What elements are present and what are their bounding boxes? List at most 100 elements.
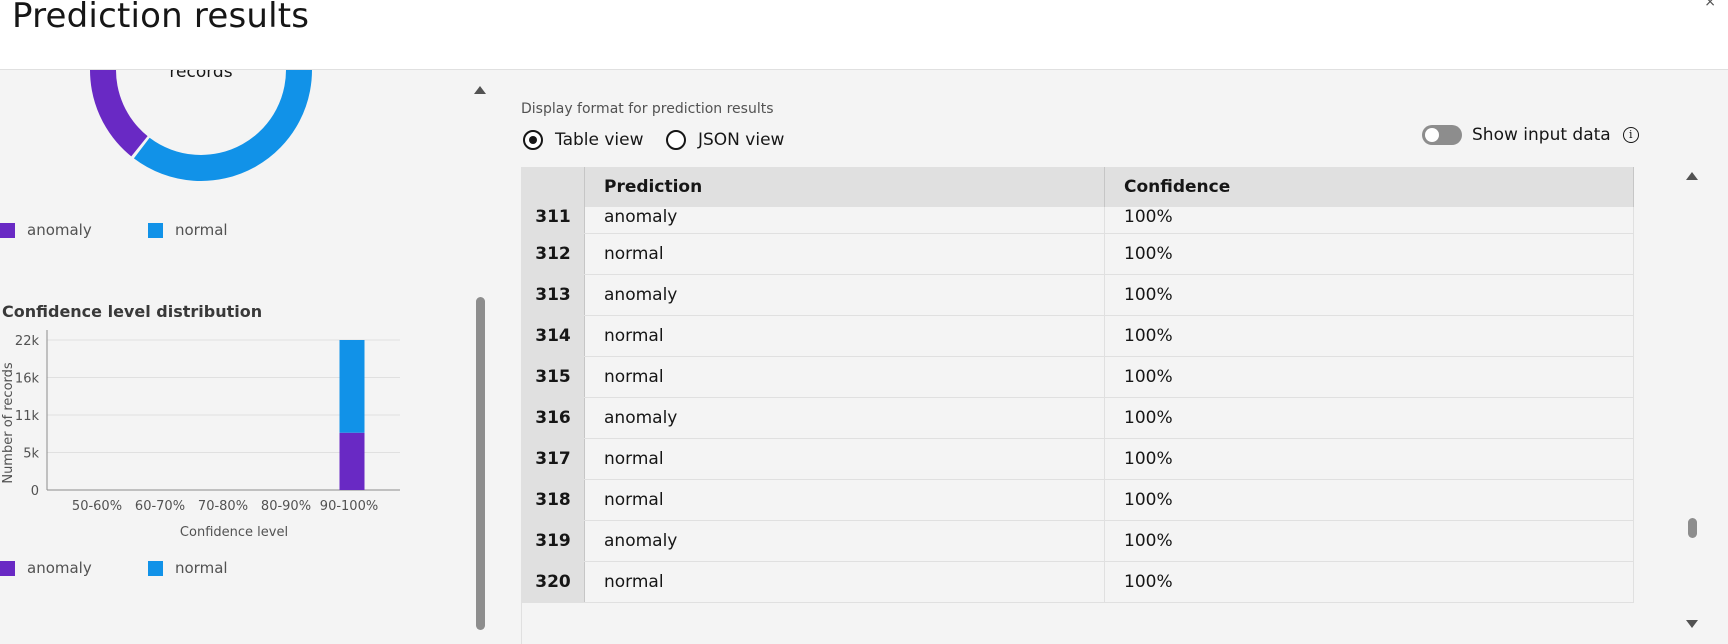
table-row[interactable]: 317 normal 100%	[522, 438, 1634, 480]
show-input-toggle[interactable]: Show input data i	[1422, 125, 1639, 145]
table-row[interactable]: 311 anomaly 100%	[522, 207, 1634, 234]
y-tick-label: 0	[31, 484, 39, 499]
confidence-cell: 100%	[1104, 397, 1634, 439]
table-scrollbar[interactable]	[1685, 80, 1699, 644]
column-header-index	[522, 167, 585, 207]
prediction-cell: normal	[584, 438, 1105, 480]
radio-label: JSON view	[698, 130, 785, 150]
row-index: 315	[522, 356, 585, 398]
prediction-cell: normal	[584, 233, 1105, 275]
y-tick-label: 11k	[15, 409, 40, 424]
bar-legend: anomaly normal	[0, 559, 296, 577]
legend-label: anomaly	[27, 221, 92, 239]
normal-swatch	[148, 560, 163, 576]
prediction-cell: anomaly	[584, 274, 1105, 316]
radio-label: Table view	[555, 130, 644, 150]
modal-header: Prediction results ×	[0, 0, 1728, 70]
column-header-prediction[interactable]: Prediction	[584, 167, 1105, 207]
row-index: 319	[522, 520, 585, 562]
donut-center-label: records	[169, 70, 232, 82]
toggle-switch[interactable]	[1422, 125, 1462, 145]
row-index: 320	[522, 561, 585, 603]
legend-label: normal	[175, 559, 228, 577]
page-title: Prediction results	[12, 0, 310, 36]
x-tick-label: 60-70%	[135, 499, 185, 514]
legend-label: normal	[175, 221, 228, 239]
table-view-radio[interactable]: Table view	[523, 130, 644, 150]
donut-segment-normal	[133, 70, 312, 181]
donut-segment-anomaly	[90, 70, 148, 157]
toggle-label: Show input data	[1472, 125, 1611, 145]
section-title: Confidence level distribution	[2, 302, 263, 321]
row-index: 313	[522, 274, 585, 316]
scrollbar-thumb[interactable]	[476, 297, 485, 630]
confidence-cell: 100%	[1104, 479, 1634, 521]
scrollbar-thumb[interactable]	[1688, 518, 1697, 538]
confidence-cell: 100%	[1104, 520, 1634, 562]
column-header-confidence[interactable]: Confidence	[1104, 167, 1634, 207]
legend-item-normal[interactable]: normal	[148, 221, 296, 239]
x-tick-label: 80-90%	[261, 499, 311, 514]
scroll-up-icon[interactable]	[1686, 172, 1698, 180]
row-index: 317	[522, 438, 585, 480]
scroll-down-icon[interactable]	[1686, 620, 1698, 628]
legend-item-normal[interactable]: normal	[148, 559, 296, 577]
row-index: 311	[522, 207, 585, 234]
normal-swatch	[148, 222, 163, 238]
results-table: Prediction Confidence 311 anomaly 100% 3…	[521, 167, 1634, 644]
row-index: 316	[522, 397, 585, 439]
table-row[interactable]: 312 normal 100%	[522, 233, 1634, 275]
scroll-up-icon[interactable]	[474, 86, 486, 94]
toggle-knob	[1425, 128, 1439, 142]
donut-legend: anomaly normal	[0, 221, 296, 239]
table-row[interactable]: 316 anomaly 100%	[522, 397, 1634, 439]
table-row[interactable]: 318 normal 100%	[522, 479, 1634, 521]
y-tick-label: 22k	[15, 334, 40, 349]
prediction-cell: normal	[584, 356, 1105, 398]
close-icon[interactable]: ×	[1704, 0, 1716, 10]
table-row[interactable]: 313 anomaly 100%	[522, 274, 1634, 316]
table-row[interactable]: 314 normal 100%	[522, 315, 1634, 357]
prediction-cell: anomaly	[584, 520, 1105, 562]
confidence-cell: 100%	[1104, 561, 1634, 603]
y-tick-label: 16k	[15, 372, 40, 387]
y-axis-title: Number of records	[1, 362, 16, 484]
confidence-cell: 100%	[1104, 207, 1634, 234]
prediction-cell: anomaly	[584, 207, 1105, 234]
json-view-radio[interactable]: JSON view	[666, 130, 784, 150]
x-tick-label: 90-100%	[320, 499, 378, 514]
left-scrollbar[interactable]	[473, 80, 487, 644]
radio-selected-icon[interactable]	[523, 130, 543, 150]
prediction-cell: normal	[584, 315, 1105, 357]
bar-anomaly	[339, 432, 365, 490]
anomaly-swatch	[0, 560, 15, 576]
confidence-cell: 100%	[1104, 438, 1634, 480]
confidence-cell: 100%	[1104, 233, 1634, 275]
row-index: 318	[522, 479, 585, 521]
legend-item-anomaly[interactable]: anomaly	[0, 221, 148, 239]
row-index: 314	[522, 315, 585, 357]
legend-item-anomaly[interactable]: anomaly	[0, 559, 148, 577]
x-tick-label: 70-80%	[198, 499, 248, 514]
radio-unselected-icon[interactable]	[666, 130, 686, 150]
prediction-cell: normal	[584, 561, 1105, 603]
summary-panel: records anomaly normal Confidence level …	[0, 70, 470, 644]
legend-label: anomaly	[27, 559, 92, 577]
anomaly-swatch	[0, 222, 15, 238]
prediction-cell: anomaly	[584, 397, 1105, 439]
format-label: Display format for prediction results	[521, 101, 774, 117]
confidence-cell: 100%	[1104, 356, 1634, 398]
table-row[interactable]: 315 normal 100%	[522, 356, 1634, 398]
y-tick-label: 5k	[23, 447, 39, 462]
info-icon[interactable]: i	[1622, 127, 1639, 143]
row-index: 312	[522, 233, 585, 275]
bar-normal	[339, 340, 365, 433]
confidence-bar-chart: 0 5k 11k 16k 22k 50-60% 60-70% 70-80% 80-90% 90-1…	[1, 330, 400, 540]
x-tick-label: 50-60%	[72, 499, 122, 514]
results-panel: Display format for prediction results Ta…	[490, 70, 1728, 644]
confidence-cell: 100%	[1104, 274, 1634, 316]
prediction-cell: normal	[584, 479, 1105, 521]
table-header-row: Prediction Confidence	[522, 167, 1634, 207]
table-row[interactable]: 320 normal 100%	[522, 561, 1634, 603]
table-row[interactable]: 319 anomaly 100%	[522, 520, 1634, 562]
